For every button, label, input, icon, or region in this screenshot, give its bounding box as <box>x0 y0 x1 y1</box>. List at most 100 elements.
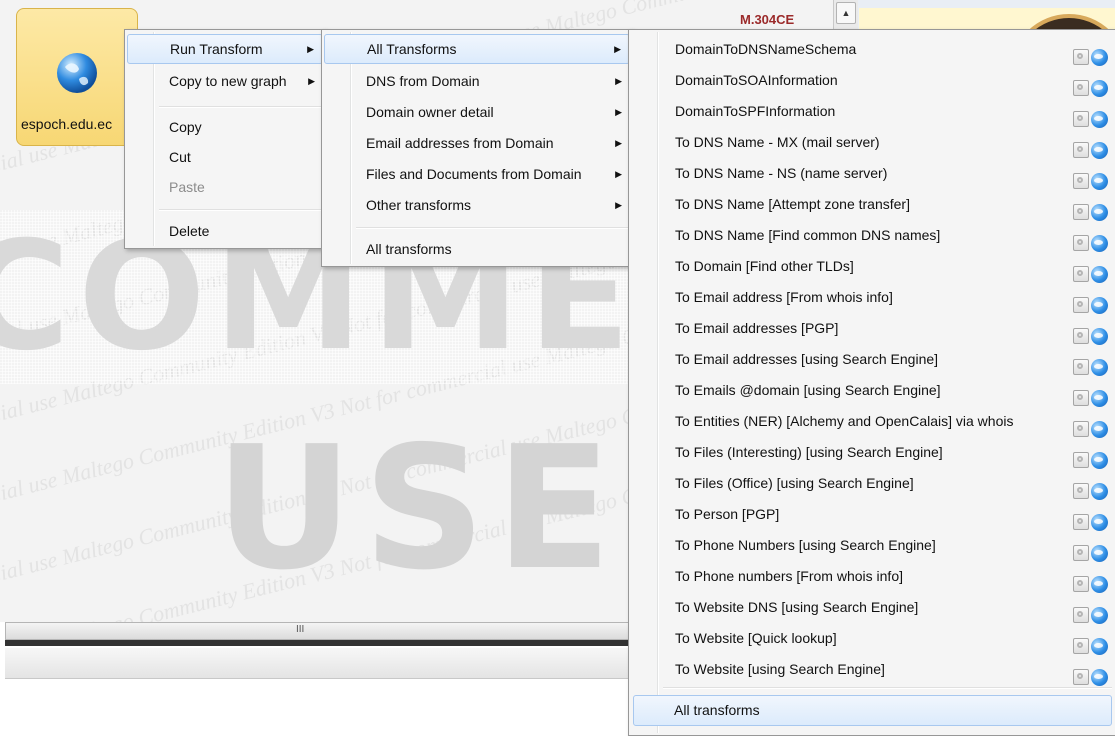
settings-icon[interactable] <box>1073 390 1089 407</box>
menu-item-label: To Entities (NER) [Alchemy and OpenCalai… <box>675 413 1014 429</box>
menu-item-label: DomainToSOAInformation <box>675 72 838 88</box>
menu-item-dns-from-domain[interactable]: DNS from Domain ▶ <box>324 66 630 96</box>
settings-icon[interactable] <box>1073 545 1089 562</box>
menu-item-files-and-documents[interactable]: Files and Documents from Domain ▶ <box>324 159 630 189</box>
menu-item-label: To Emails @domain [using Search Engine] <box>675 382 941 398</box>
settings-icon[interactable] <box>1073 80 1089 97</box>
settings-icon[interactable] <box>1073 638 1089 655</box>
globe-icon <box>1091 451 1108 469</box>
globe-icon <box>1091 296 1108 314</box>
menu-item-label: To Domain [Find other TLDs] <box>675 258 854 274</box>
settings-icon[interactable] <box>1073 297 1089 314</box>
menu-item-delete[interactable]: Delete <box>127 216 323 246</box>
entity-mini-label: M.304CE <box>736 12 799 27</box>
menu-item-label: Other transforms <box>366 197 472 213</box>
transform-menu-item[interactable]: To Domain [Find other TLDs] <box>631 251 1114 283</box>
scroll-up-arrow[interactable]: ▲ <box>836 2 856 24</box>
settings-icon[interactable] <box>1073 142 1089 159</box>
settings-icon[interactable] <box>1073 576 1089 593</box>
transform-menu-item[interactable]: DomainToSPFInformation <box>631 96 1114 128</box>
submenu-arrow-icon: ▶ <box>615 76 622 86</box>
transform-menu-item[interactable]: To Website DNS [using Search Engine] <box>631 592 1114 624</box>
settings-icon[interactable] <box>1073 111 1089 128</box>
transform-menu-item[interactable]: To Files (Interesting) [using Search Eng… <box>631 437 1114 469</box>
transform-menu-item[interactable]: To Entities (NER) [Alchemy and OpenCalai… <box>631 406 1114 438</box>
transform-menu-item[interactable]: To Website [Quick lookup] <box>631 623 1114 655</box>
globe-icon <box>1091 575 1108 593</box>
transform-menu-item[interactable]: To Email addresses [using Search Engine] <box>631 344 1114 376</box>
submenu-arrow-icon: ▶ <box>307 44 314 54</box>
menu-item-other-transforms[interactable]: Other transforms ▶ <box>324 190 630 220</box>
globe-icon <box>1091 358 1108 376</box>
menu-item-copy-to-new-graph[interactable]: Copy to new graph ▶ <box>127 66 323 96</box>
menu-item-label: To DNS Name - NS (name server) <box>675 165 888 181</box>
settings-icon[interactable] <box>1073 173 1089 190</box>
menu-item-label: To Phone Numbers [using Search Engine] <box>675 537 936 553</box>
settings-icon[interactable] <box>1073 452 1089 469</box>
settings-icon[interactable] <box>1073 328 1089 345</box>
transform-menu-item[interactable]: To Emails @domain [using Search Engine] <box>631 375 1114 407</box>
globe-icon <box>1091 234 1108 252</box>
menu-item-label: Copy to new graph <box>169 73 287 89</box>
scroll-grip[interactable]: III <box>296 624 304 635</box>
submenu-arrow-icon: ▶ <box>615 107 622 117</box>
settings-icon[interactable] <box>1073 669 1089 686</box>
transform-menu-item[interactable]: DomainToDNSNameSchema <box>631 34 1114 66</box>
menu-separator <box>159 209 321 211</box>
transform-menu-item[interactable]: To DNS Name - NS (name server) <box>631 158 1114 190</box>
globe-icon <box>1091 110 1108 128</box>
menu-item-label: All Transforms <box>367 41 457 57</box>
transform-menu-item[interactable]: To Phone numbers [From whois info] <box>631 561 1114 593</box>
settings-icon[interactable] <box>1073 359 1089 376</box>
menu-item-label: To Email addresses [PGP] <box>675 320 839 336</box>
globe-icon <box>1091 327 1108 345</box>
menu-item-label: To DNS Name [Find common DNS names] <box>675 227 941 243</box>
transform-menu-item[interactable]: To DNS Name - MX (mail server) <box>631 127 1114 159</box>
transform-menu-item[interactable]: To DNS Name [Attempt zone transfer] <box>631 189 1114 221</box>
menu-item-all-transforms-footer[interactable]: All transforms <box>633 695 1112 726</box>
node-label: espoch.edu.ec <box>21 116 113 132</box>
globe-icon <box>1091 637 1108 655</box>
settings-icon[interactable] <box>1073 266 1089 283</box>
transform-menu-item[interactable]: To Person [PGP] <box>631 499 1114 531</box>
menu-separator <box>356 227 628 229</box>
settings-icon[interactable] <box>1073 421 1089 438</box>
transform-menu-item[interactable]: To Files (Office) [using Search Engine] <box>631 468 1114 500</box>
globe-icon <box>1091 172 1108 190</box>
menu-item-label: Domain owner detail <box>366 104 494 120</box>
menu-item-cut[interactable]: Cut <box>127 142 323 172</box>
settings-icon[interactable] <box>1073 514 1089 531</box>
transform-menu-item[interactable]: DomainToSOAInformation <box>631 65 1114 97</box>
menu-item-label: DNS from Domain <box>366 73 480 89</box>
menu-item-label: To Files (Office) [using Search Engine] <box>675 475 914 491</box>
menu-item-label: To Phone numbers [From whois info] <box>675 568 903 584</box>
domain-entity-node[interactable]: espoch.edu.ec <box>16 8 138 146</box>
menu-item-label: Run Transform <box>170 41 263 57</box>
menu-item-label: To Files (Interesting) [using Search Eng… <box>675 444 943 460</box>
settings-icon[interactable] <box>1073 235 1089 252</box>
menu-item-run-transform[interactable]: Run Transform ▶ <box>127 34 323 64</box>
menu-item-label: Email addresses from Domain <box>366 135 554 151</box>
menu-item-all-transforms-run[interactable]: All transforms <box>324 234 630 264</box>
watermark-use: USE <box>215 410 622 608</box>
menu-item-email-addresses-from-domain[interactable]: Email addresses from Domain ▶ <box>324 128 630 158</box>
transform-menu-item[interactable]: To DNS Name [Find common DNS names] <box>631 220 1114 252</box>
submenu-arrow-icon: ▶ <box>615 169 622 179</box>
menu-item-copy[interactable]: Copy <box>127 112 323 142</box>
settings-icon[interactable] <box>1073 204 1089 221</box>
settings-icon[interactable] <box>1073 49 1089 66</box>
globe-icon <box>1091 389 1108 407</box>
menu-item-label: All transforms <box>674 702 760 718</box>
menu-item-domain-owner-detail[interactable]: Domain owner detail ▶ <box>324 97 630 127</box>
transform-menu-item[interactable]: To Phone Numbers [using Search Engine] <box>631 530 1114 562</box>
transform-menu-item[interactable]: To Website [using Search Engine] <box>631 654 1114 686</box>
globe-icon <box>1091 79 1108 97</box>
run-transform-submenu: All Transforms ▶ DNS from Domain ▶ Domai… <box>321 29 633 267</box>
transform-menu-item[interactable]: To Email address [From whois info] <box>631 282 1114 314</box>
transform-menu-item[interactable]: To Email addresses [PGP] <box>631 313 1114 345</box>
menu-separator <box>663 687 1112 689</box>
menu-item-all-transforms[interactable]: All Transforms ▶ <box>324 34 630 64</box>
settings-icon[interactable] <box>1073 607 1089 624</box>
settings-icon[interactable] <box>1073 483 1089 500</box>
globe-icon <box>1091 544 1108 562</box>
